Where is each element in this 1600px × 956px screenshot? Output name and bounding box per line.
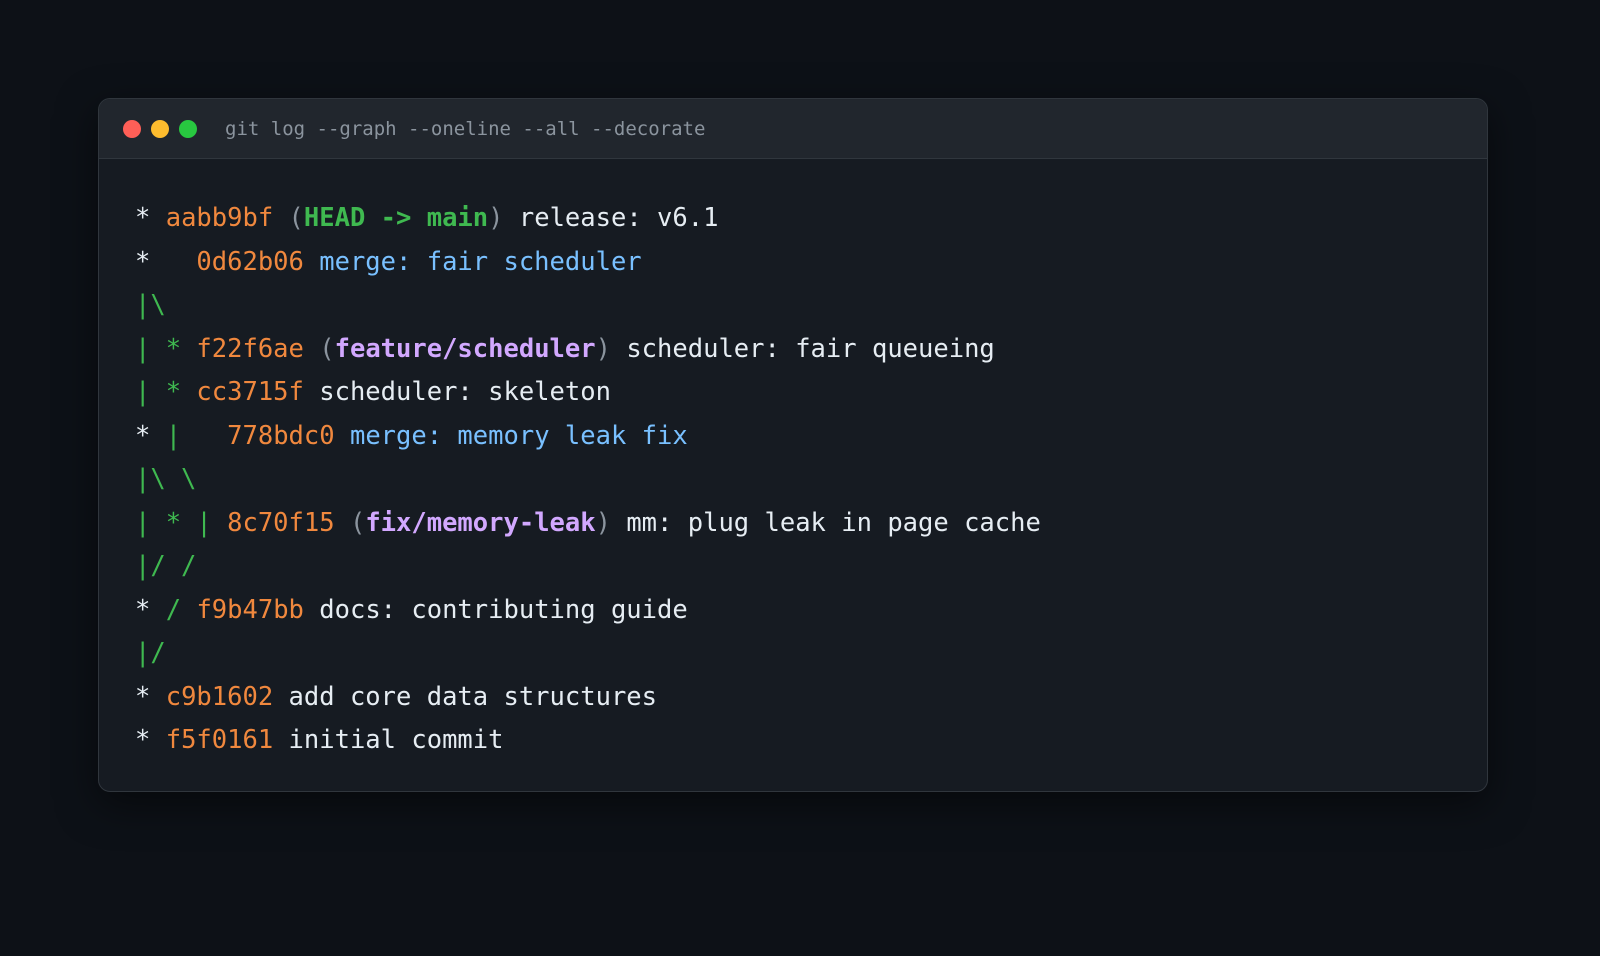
graph-segment: |/ / [135, 551, 197, 581]
graph-segment: |\ [135, 290, 166, 320]
commit-hash[interactable]: 8c70f15 [227, 508, 334, 538]
graph-segment: |\ \ [135, 464, 197, 494]
log-line: | * cc3715f scheduler: skeleton [135, 371, 1041, 415]
log-line: * / f9b47bb docs: contributing guide [135, 589, 1041, 633]
commit-message: mm: plug leak in page cache [626, 507, 1041, 538]
commit-message: merge: memory leak fix [349, 420, 688, 451]
log-line: |\ \ [135, 458, 1041, 502]
commit-hash[interactable]: f22f6ae [196, 334, 303, 364]
ref-label[interactable]: fix/memory-leak [365, 508, 595, 538]
commit-hash[interactable]: cc3715f [196, 377, 303, 407]
graph-segment: * [135, 420, 166, 451]
commit-message: docs: contributing guide [319, 594, 688, 625]
commit-hash[interactable]: f9b47bb [196, 595, 303, 625]
log-line: | * | 8c70f15 (fix/memory-leak) mm: plug… [135, 502, 1041, 546]
ref-open-paren: ( [349, 507, 366, 538]
ref-open-paren: ( [319, 333, 335, 364]
log-line: |\ [135, 284, 1041, 328]
commit-hash[interactable]: c9b1602 [166, 682, 273, 712]
graph-segment: | * [135, 333, 197, 364]
graph-segment: | * | [135, 507, 228, 538]
graph-segment: * [135, 681, 166, 712]
graph-segment: * [135, 594, 166, 625]
commit-hash[interactable]: 0d62b06 [196, 247, 303, 277]
maximize-button[interactable] [179, 119, 197, 138]
terminal-window: git log --graph --oneline --all --decora… [98, 98, 1488, 792]
commit-hash[interactable]: aabb9bf [166, 203, 273, 233]
minimize-button[interactable] [151, 119, 169, 138]
commit-message: merge: fair scheduler [319, 246, 642, 277]
commit-message: initial commit [288, 725, 504, 755]
close-button[interactable] [123, 119, 141, 138]
graph-segment: * [135, 203, 166, 233]
terminal-output[interactable]: * aabb9bf (HEAD -> main) release: v6.1 * … [135, 197, 1041, 763]
graph-segment: * [135, 725, 166, 755]
graph-segment: | * [135, 377, 197, 407]
log-line: * 0d62b06 merge: fair scheduler [135, 241, 1041, 285]
commit-message: scheduler: fair queueing [626, 333, 995, 364]
ref-close-paren: ) [488, 203, 504, 233]
commit-hash[interactable]: f5f0161 [166, 725, 273, 755]
ref-open-paren: ( [288, 203, 304, 233]
ref-label[interactable]: HEAD -> main [304, 203, 488, 233]
graph-segment: / [165, 594, 197, 625]
graph-segment: |/ [135, 638, 166, 668]
commit-hash[interactable]: 778bdc0 [227, 421, 334, 451]
window-title: git log --graph --oneline --all --decora… [225, 117, 706, 140]
ref-close-paren: ) [595, 507, 611, 538]
log-line: |/ / [135, 545, 1041, 589]
log-line: * | 778bdc0 merge: memory leak fix [135, 415, 1041, 459]
commit-message: add core data structures [288, 681, 658, 712]
ref-close-paren: ) [595, 333, 611, 364]
log-line: |/ [135, 632, 1041, 676]
log-line: * f5f0161 initial commit [135, 719, 1041, 763]
title-bar: git log --graph --oneline --all --decora… [99, 99, 1487, 159]
ref-label[interactable]: feature/scheduler [335, 334, 596, 364]
graph-segment: | [165, 420, 228, 451]
log-line: * aabb9bf (HEAD -> main) release: v6.1 [135, 197, 1041, 241]
log-line: | * f22f6ae (feature/scheduler) schedule… [135, 328, 1041, 372]
commit-message: scheduler: skeleton [319, 377, 611, 407]
log-line: * c9b1602 add core data structures [135, 676, 1041, 720]
commit-message: release: v6.1 [518, 203, 719, 233]
graph-segment: * [135, 246, 197, 277]
